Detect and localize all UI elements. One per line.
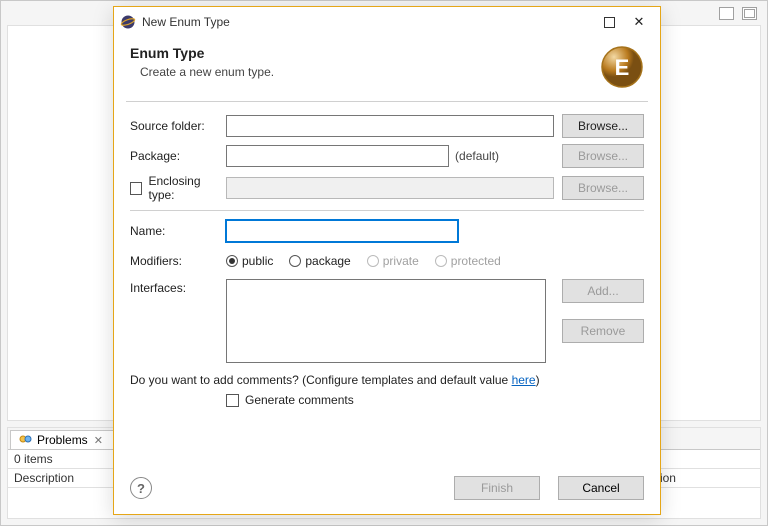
eclipse-icon xyxy=(120,14,136,30)
title-bar[interactable]: New Enum Type ✕ xyxy=(114,7,660,37)
generate-comments-label: Generate comments xyxy=(245,393,354,407)
remove-interface-button: Remove xyxy=(562,319,644,343)
minimize-icon[interactable] xyxy=(719,7,734,20)
interfaces-label: Interfaces: xyxy=(130,279,226,295)
comments-section: Do you want to add comments? (Configure … xyxy=(130,373,644,407)
cancel-button[interactable]: Cancel xyxy=(558,476,644,500)
enclosing-type-input xyxy=(226,177,554,199)
banner: Enum Type Create a new enum type. E xyxy=(114,37,660,101)
heading: Enum Type xyxy=(130,45,600,61)
modifiers-label: Modifiers: xyxy=(130,254,226,268)
enum-icon: E xyxy=(600,45,644,89)
tab-problems[interactable]: Problems ✕ xyxy=(10,430,114,449)
comments-prompt-prefix: Do you want to add comments? (Configure … xyxy=(130,373,512,387)
problems-icon xyxy=(19,433,33,447)
browse-enclosing-button: Browse... xyxy=(562,176,644,200)
window-close-icon[interactable]: ✕ xyxy=(624,11,654,33)
workbench-controls xyxy=(719,7,757,20)
enclosing-type-checkbox[interactable] xyxy=(130,182,142,195)
name-input[interactable] xyxy=(226,220,458,242)
browse-source-button[interactable]: Browse... xyxy=(562,114,644,138)
separator xyxy=(130,210,644,211)
interfaces-listbox[interactable] xyxy=(226,279,546,363)
source-folder-input[interactable] xyxy=(226,115,554,137)
subheading: Create a new enum type. xyxy=(140,65,600,79)
generate-comments-checkbox[interactable] xyxy=(226,394,239,407)
browse-package-button: Browse... xyxy=(562,144,644,168)
form: Source folder: Browse... Package: (defau… xyxy=(114,102,660,415)
help-button[interactable]: ? xyxy=(130,477,152,499)
package-label: Package: xyxy=(130,149,226,163)
svg-text:E: E xyxy=(615,55,630,80)
name-label: Name: xyxy=(130,224,226,238)
source-folder-label: Source folder: xyxy=(130,119,226,133)
new-enum-dialog: New Enum Type ✕ Enum Type Create a new e… xyxy=(113,6,661,515)
package-input[interactable] xyxy=(226,145,449,167)
modifier-protected-radio: protected xyxy=(435,254,501,268)
add-interface-button: Add... xyxy=(562,279,644,303)
package-default-label: (default) xyxy=(455,149,499,163)
modifier-public-radio[interactable]: public xyxy=(226,254,273,268)
window-maximize-icon[interactable] xyxy=(594,11,624,33)
modifier-package-radio[interactable]: package xyxy=(289,254,350,268)
comments-prompt-suffix: ) xyxy=(536,373,540,387)
close-icon[interactable]: ✕ xyxy=(92,434,105,447)
finish-button: Finish xyxy=(454,476,540,500)
enclosing-type-label: Enclosing type: xyxy=(148,174,226,202)
modifier-private-radio: private xyxy=(367,254,419,268)
window-title: New Enum Type xyxy=(142,15,594,29)
tab-problems-label: Problems xyxy=(37,433,88,447)
maximize-icon[interactable] xyxy=(742,7,757,20)
footer: ? Finish Cancel xyxy=(114,466,660,514)
configure-link[interactable]: here xyxy=(512,373,536,387)
